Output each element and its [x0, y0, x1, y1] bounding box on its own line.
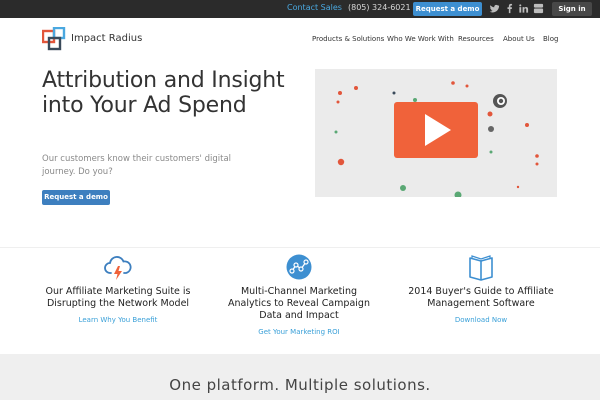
- hero-request-demo-button[interactable]: Request a demo: [42, 190, 110, 205]
- feature-title: 2014 Buyer's Guide to Affiliate Manageme…: [408, 286, 554, 309]
- brand-logo-icon[interactable]: [42, 27, 66, 51]
- nav-about-us[interactable]: About Us: [503, 35, 535, 43]
- analytics-network-icon: [286, 254, 312, 280]
- facebook-icon[interactable]: [504, 3, 515, 14]
- hero-title: Attribution and Insight into Your Ad Spe…: [42, 68, 285, 118]
- book-icon: [469, 255, 493, 281]
- nav-who-we-work-with[interactable]: Who We Work With: [387, 35, 454, 43]
- feature-title: Multi-Channel Marketing Analytics to Rev…: [228, 286, 370, 321]
- phone-number: (805) 324-6021: [348, 3, 411, 12]
- brand-name[interactable]: Impact Radius: [71, 33, 142, 44]
- section-divider: [0, 247, 600, 248]
- video-player[interactable]: [315, 69, 557, 197]
- feature-multichannel-analytics: Multi-Channel Marketing Analytics to Rev…: [219, 252, 379, 336]
- youtube-icon[interactable]: [533, 3, 544, 14]
- nav-resources[interactable]: Resources: [458, 35, 494, 43]
- site-header: Impact Radius Products & Solutions Who W…: [0, 18, 600, 62]
- cloud-lightning-icon: [104, 256, 132, 280]
- solutions-heading: One platform. Multiple solutions.: [169, 376, 431, 394]
- feature-title: Our Affiliate Marketing Suite is Disrupt…: [45, 286, 191, 309]
- top-request-demo-button[interactable]: Request a demo: [413, 2, 482, 16]
- feature-buyers-guide: 2014 Buyer's Guide to Affiliate Manageme…: [401, 252, 561, 324]
- feature-affiliate-suite: Our Affiliate Marketing Suite is Disrupt…: [38, 252, 198, 324]
- nav-blog[interactable]: Blog: [543, 35, 558, 43]
- feature-link-learn-why[interactable]: Learn Why You Benefit: [38, 316, 198, 324]
- contact-sales-link[interactable]: Contact Sales: [287, 3, 342, 12]
- play-icon[interactable]: [315, 69, 557, 197]
- nav-products-solutions[interactable]: Products & Solutions: [312, 35, 384, 43]
- feature-link-download[interactable]: Download Now: [401, 316, 561, 324]
- feature-link-marketing-roi[interactable]: Get Your Marketing ROI: [219, 328, 379, 336]
- top-bar: Contact Sales (805) 324-6021 Request a d…: [0, 0, 600, 18]
- sign-in-button[interactable]: Sign in: [552, 2, 592, 16]
- hero-subtitle: Our customers know their customers' digi…: [42, 154, 232, 177]
- linkedin-icon[interactable]: [518, 3, 529, 14]
- twitter-icon[interactable]: [489, 3, 500, 14]
